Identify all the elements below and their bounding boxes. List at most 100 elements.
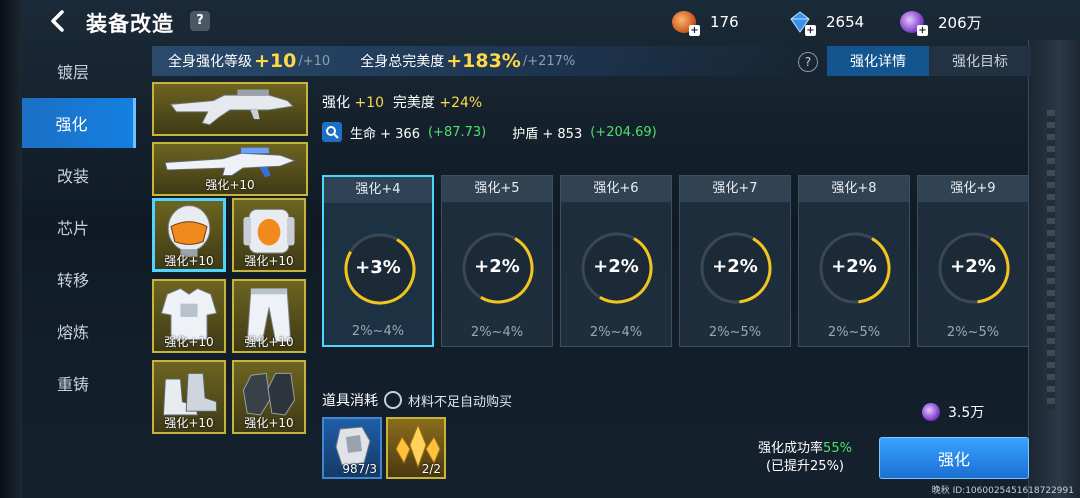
success-value: 55%	[823, 441, 852, 456]
sidebar-item-recast[interactable]: 重铸	[22, 358, 136, 408]
currency-orb[interactable]: + 206万	[900, 11, 982, 36]
card-title: 强化+7	[680, 176, 790, 202]
enhance-label: 强化	[322, 95, 350, 111]
auto-buy-label: 材料不足自动购买	[408, 394, 513, 410]
detail-tabs: 强化详情 强化目标	[827, 46, 1031, 76]
left-frame	[0, 0, 22, 498]
total-level-label: 全身强化等级	[168, 54, 252, 70]
footer-id-text: ID:1060025451618722991	[952, 486, 1074, 496]
equipment-label: 强化+10	[244, 416, 294, 430]
total-perfect-label: 全身总完美度	[360, 54, 445, 70]
equipment-slot-armor[interactable]: 强化+10	[152, 279, 226, 353]
material-slot-plate[interactable]: 987/3	[322, 417, 382, 479]
enhance-cards: 强化+4 +3% 2%~4% 强化+5 +2% 2%~4% 强化+6 +2% 2%~4% 强化+7…	[322, 175, 1032, 349]
hp-stat: 生命 + 366	[350, 126, 420, 142]
card-range: 2%~5%	[946, 325, 1000, 340]
help-icon[interactable]: ?	[190, 11, 210, 31]
card-title: 强化+6	[561, 176, 671, 202]
auto-buy-radio[interactable]	[384, 391, 402, 409]
card-percent: +2%	[474, 256, 520, 277]
back-arrow-icon[interactable]	[46, 8, 72, 34]
currency-value: 176	[710, 13, 739, 31]
enhance-card[interactable]: 强化+8 +2% 2%~5%	[798, 175, 910, 347]
equipment-label: 强化+10	[164, 254, 214, 268]
consume-row: 道具消耗 材料不足自动购买	[322, 390, 512, 410]
total-perfect-max: /+217%	[522, 53, 576, 69]
success-label: 强化成功率	[758, 441, 824, 456]
equipment-slot-pants[interactable]: 强化+10	[232, 279, 306, 353]
summary-band: 全身强化等级 +10 /+10 全身总完美度 +183% /+217%	[152, 46, 812, 76]
card-range: 2%~4%	[351, 324, 405, 339]
card-range: 2%~5%	[708, 325, 762, 340]
sidebar-item-plating[interactable]: 镀层	[22, 46, 136, 96]
equipment-slot-boots[interactable]: 强化+10	[152, 360, 226, 434]
enhance-card[interactable]: 强化+9 +2% 2%~5%	[917, 175, 1029, 347]
enhance-button[interactable]: 强化	[879, 437, 1029, 479]
card-title: 强化+5	[442, 176, 552, 202]
purple-orb-icon: +	[900, 11, 928, 36]
equipment-label: 强化+10	[164, 335, 214, 349]
sidebar-item-smelt[interactable]: 熔炼	[22, 306, 136, 356]
sidebar-item-transfer[interactable]: 转移	[22, 254, 136, 304]
card-range: 2%~4%	[470, 325, 524, 340]
total-level-max: /+10	[298, 53, 331, 69]
enhance-card[interactable]: 强化+5 +2% 2%~4%	[441, 175, 553, 347]
success-sub: (已提升25%)	[765, 459, 845, 474]
enhance-card[interactable]: 强化+7 +2% 2%~5%	[679, 175, 791, 347]
currency-copper[interactable]: + 176	[672, 11, 739, 36]
sidebar-item-enhance[interactable]: 强化	[22, 98, 136, 148]
card-percent: +2%	[831, 256, 877, 277]
equipment-label: 强化+10	[244, 254, 294, 268]
enhance-cost: 3.5万	[922, 402, 984, 422]
page-title: 装备改造	[86, 12, 174, 36]
shield-stat: 护盾 + 853	[512, 126, 583, 142]
total-perfect-value: +183%	[446, 50, 521, 72]
total-level-value: +10	[254, 50, 297, 72]
currency-value: 206万	[938, 13, 982, 32]
success-rate: 强化成功率55% (已提升25%)	[740, 440, 870, 476]
card-title: 强化+8	[799, 176, 909, 202]
card-percent: +2%	[950, 256, 996, 277]
sidebar: 镀层 强化 改装 芯片 转移 熔炼 重铸	[22, 46, 136, 426]
card-percent: +3%	[355, 257, 401, 278]
equipment-slot-backpack[interactable]: 强化+10	[232, 198, 306, 272]
tab-help-icon[interactable]: ?	[798, 52, 818, 72]
equipment-slot-sniper[interactable]: 强化+10	[152, 142, 308, 196]
footer-id: 晚秋 ID:1060025451618722991	[932, 483, 1074, 496]
equipment-slot-helmet[interactable]: 强化+10	[152, 198, 226, 272]
card-title: 强化+4	[324, 177, 432, 203]
enhance-card[interactable]: 强化+4 +3% 2%~4%	[322, 175, 434, 347]
material-count: 987/3	[342, 462, 377, 476]
sidebar-item-modify[interactable]: 改装	[22, 150, 136, 200]
material-count: 2/2	[421, 462, 441, 476]
stat-line: 生命 + 366 (+87.73) 护盾 + 853 (+204.69)	[322, 122, 657, 142]
card-range: 2%~4%	[589, 325, 643, 340]
top-bar: 装备改造 ? + 176 + 2654 + 206万	[0, 0, 1080, 44]
shield-bonus: (+204.69)	[590, 124, 657, 140]
perfect-value: +24%	[439, 95, 483, 111]
copper-ore-icon: +	[672, 11, 700, 36]
enhance-detail-line: 强化 +10 完美度 +24%	[322, 92, 482, 112]
material-slot-crystal[interactable]: 2/2	[386, 417, 446, 479]
currency-crystal[interactable]: + 2654	[788, 11, 865, 36]
currency-value: 2654	[826, 13, 865, 31]
equipment-slot-gloves[interactable]: 强化+10	[232, 360, 306, 434]
right-frame	[1028, 40, 1080, 498]
blue-crystal-icon: +	[788, 11, 816, 36]
tab-enhance-detail[interactable]: 强化详情	[827, 46, 929, 76]
card-percent: +2%	[712, 256, 758, 277]
cost-value: 3.5万	[948, 405, 985, 421]
sidebar-item-chip[interactable]: 芯片	[22, 202, 136, 252]
enhance-value: +10	[354, 95, 384, 111]
enhance-card[interactable]: 强化+6 +2% 2%~4%	[560, 175, 672, 347]
consume-label: 道具消耗	[322, 393, 378, 409]
equipment-label: 强化+10	[244, 335, 294, 349]
equipment-label: 强化+10	[205, 178, 255, 192]
purple-orb-icon	[922, 403, 940, 421]
equipment-label: 强化+10	[164, 416, 214, 430]
equipment-slot-rifle[interactable]	[152, 82, 308, 136]
card-title: 强化+9	[918, 176, 1028, 202]
search-icon[interactable]	[322, 122, 342, 142]
tab-enhance-target[interactable]: 强化目标	[929, 46, 1031, 76]
perfect-label: 完美度	[392, 95, 435, 111]
